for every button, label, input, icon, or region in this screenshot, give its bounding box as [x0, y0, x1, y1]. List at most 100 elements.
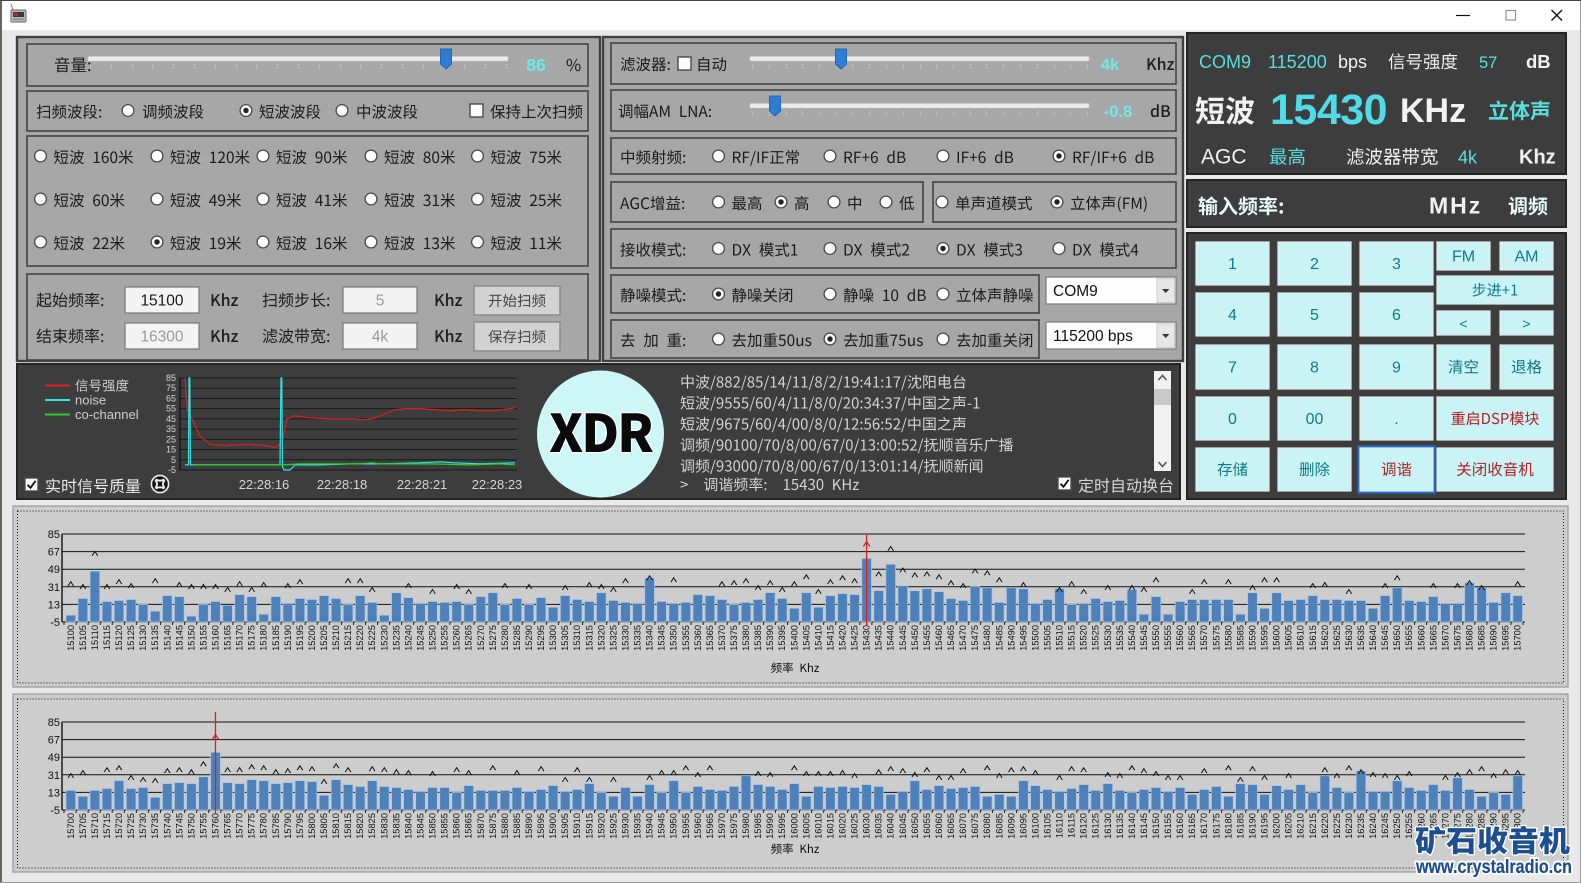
svg-text:15750: 15750	[186, 813, 196, 839]
svg-text:16025: 16025	[850, 813, 860, 839]
svg-text:15335: 15335	[633, 625, 643, 651]
svg-text:16125: 16125	[1091, 813, 1101, 839]
svg-text:49: 49	[48, 564, 60, 576]
svg-text:16030: 16030	[862, 813, 872, 839]
svg-text:4k: 4k	[1101, 56, 1120, 74]
svg-text:75: 75	[166, 383, 176, 393]
svg-text:<: <	[1459, 316, 1467, 332]
svg-text:4k: 4k	[1458, 148, 1478, 168]
svg-text:85: 85	[48, 717, 60, 729]
svg-text:15620: 15620	[1320, 625, 1330, 651]
svg-text:15165: 15165	[223, 625, 233, 651]
svg-text:16155: 16155	[1163, 813, 1173, 839]
svg-text:15960: 15960	[693, 813, 703, 839]
svg-text:AGC: AGC	[1201, 146, 1247, 169]
svg-text:22:28:16: 22:28:16	[239, 477, 290, 492]
svg-text:15845: 15845	[416, 813, 426, 839]
svg-text:15430: 15430	[1270, 86, 1387, 134]
svg-text:15395: 15395	[777, 625, 787, 651]
svg-text:16135: 16135	[1115, 813, 1125, 839]
svg-text:15840: 15840	[403, 813, 413, 839]
svg-text:16170: 16170	[1199, 813, 1209, 839]
svg-text:35: 35	[166, 424, 176, 434]
svg-text:4: 4	[1228, 307, 1237, 324]
svg-text:15860: 15860	[452, 813, 462, 839]
svg-text:16120: 16120	[1079, 813, 1089, 839]
svg-text:15755: 15755	[198, 813, 208, 839]
svg-text:15780: 15780	[259, 813, 269, 839]
svg-text:15690: 15690	[1489, 625, 1499, 651]
svg-text:15305: 15305	[560, 625, 570, 651]
svg-text:15145: 15145	[174, 625, 184, 651]
svg-text:15100: 15100	[66, 625, 76, 651]
svg-text:>: >	[1522, 316, 1530, 332]
svg-text:15635: 15635	[1356, 625, 1366, 651]
svg-text:15265: 15265	[464, 625, 474, 651]
svg-text:15365: 15365	[705, 625, 715, 651]
svg-text:15260: 15260	[452, 625, 462, 651]
svg-text:15345: 15345	[657, 625, 667, 651]
svg-text:22:28:23: 22:28:23	[472, 477, 523, 492]
svg-text:16060: 16060	[934, 813, 944, 839]
svg-text:15820: 15820	[355, 813, 365, 839]
svg-text:16180: 16180	[1223, 813, 1233, 839]
svg-text:15535: 15535	[1115, 625, 1125, 651]
svg-text:15585: 15585	[1235, 625, 1245, 651]
svg-text:15710: 15710	[90, 813, 100, 839]
svg-text:15760: 15760	[211, 813, 221, 839]
svg-text:15705: 15705	[78, 813, 88, 839]
svg-text:15950: 15950	[669, 813, 679, 839]
svg-text:15505: 15505	[1043, 625, 1053, 651]
svg-text:49: 49	[48, 752, 60, 764]
svg-text:15865: 15865	[464, 813, 474, 839]
svg-text:15625: 15625	[1332, 625, 1342, 651]
svg-text:15520: 15520	[1079, 625, 1089, 651]
svg-text:5: 5	[1310, 307, 1319, 324]
svg-text:15105: 15105	[78, 625, 88, 651]
svg-text:15225: 15225	[367, 625, 377, 651]
svg-text:15985: 15985	[753, 813, 763, 839]
svg-text:dB: dB	[1526, 51, 1551, 72]
svg-text:15250: 15250	[428, 625, 438, 651]
svg-text:15935: 15935	[633, 813, 643, 839]
svg-text:15550: 15550	[1151, 625, 1161, 651]
svg-text:15280: 15280	[500, 625, 510, 651]
svg-text:16280: 16280	[1465, 813, 1475, 839]
svg-text:15110: 15110	[90, 625, 100, 650]
svg-text:3: 3	[1392, 256, 1401, 273]
svg-text:15195: 15195	[295, 625, 305, 651]
svg-text:31: 31	[48, 582, 60, 594]
svg-text:15155: 15155	[198, 625, 208, 651]
svg-text:15275: 15275	[488, 625, 498, 651]
svg-text:16240: 16240	[1368, 813, 1378, 839]
svg-text:15125: 15125	[126, 625, 136, 651]
svg-text:15660: 15660	[1416, 625, 1426, 651]
svg-text:15830: 15830	[379, 813, 389, 839]
svg-text:16000: 16000	[789, 813, 799, 839]
svg-text:15800: 15800	[307, 813, 317, 839]
svg-text:15995: 15995	[777, 813, 787, 839]
svg-text:5: 5	[171, 455, 176, 465]
svg-text:15430: 15430	[862, 625, 872, 651]
svg-text:15510: 15510	[1055, 625, 1065, 651]
svg-text:16090: 16090	[1006, 813, 1016, 839]
svg-text:15720: 15720	[114, 813, 124, 839]
svg-text:15745: 15745	[174, 813, 184, 839]
svg-text:-5: -5	[168, 465, 176, 475]
svg-text:13: 13	[48, 787, 60, 799]
svg-text:16300: 16300	[140, 329, 183, 346]
svg-text:16105: 16105	[1043, 813, 1053, 839]
svg-text:16195: 16195	[1260, 813, 1270, 839]
svg-text:16095: 16095	[1018, 813, 1028, 839]
svg-text:15880: 15880	[500, 813, 510, 839]
svg-text:15775: 15775	[247, 813, 257, 839]
svg-text:1: 1	[1228, 256, 1237, 273]
svg-text:45: 45	[166, 414, 176, 424]
svg-text:16250: 16250	[1392, 813, 1402, 839]
svg-text:15590: 15590	[1248, 625, 1258, 651]
svg-text:15725: 15725	[126, 813, 136, 839]
svg-text:15310: 15310	[572, 625, 582, 651]
svg-text:25: 25	[166, 434, 176, 444]
svg-text:15540: 15540	[1127, 625, 1137, 651]
svg-text:16045: 16045	[898, 813, 908, 839]
